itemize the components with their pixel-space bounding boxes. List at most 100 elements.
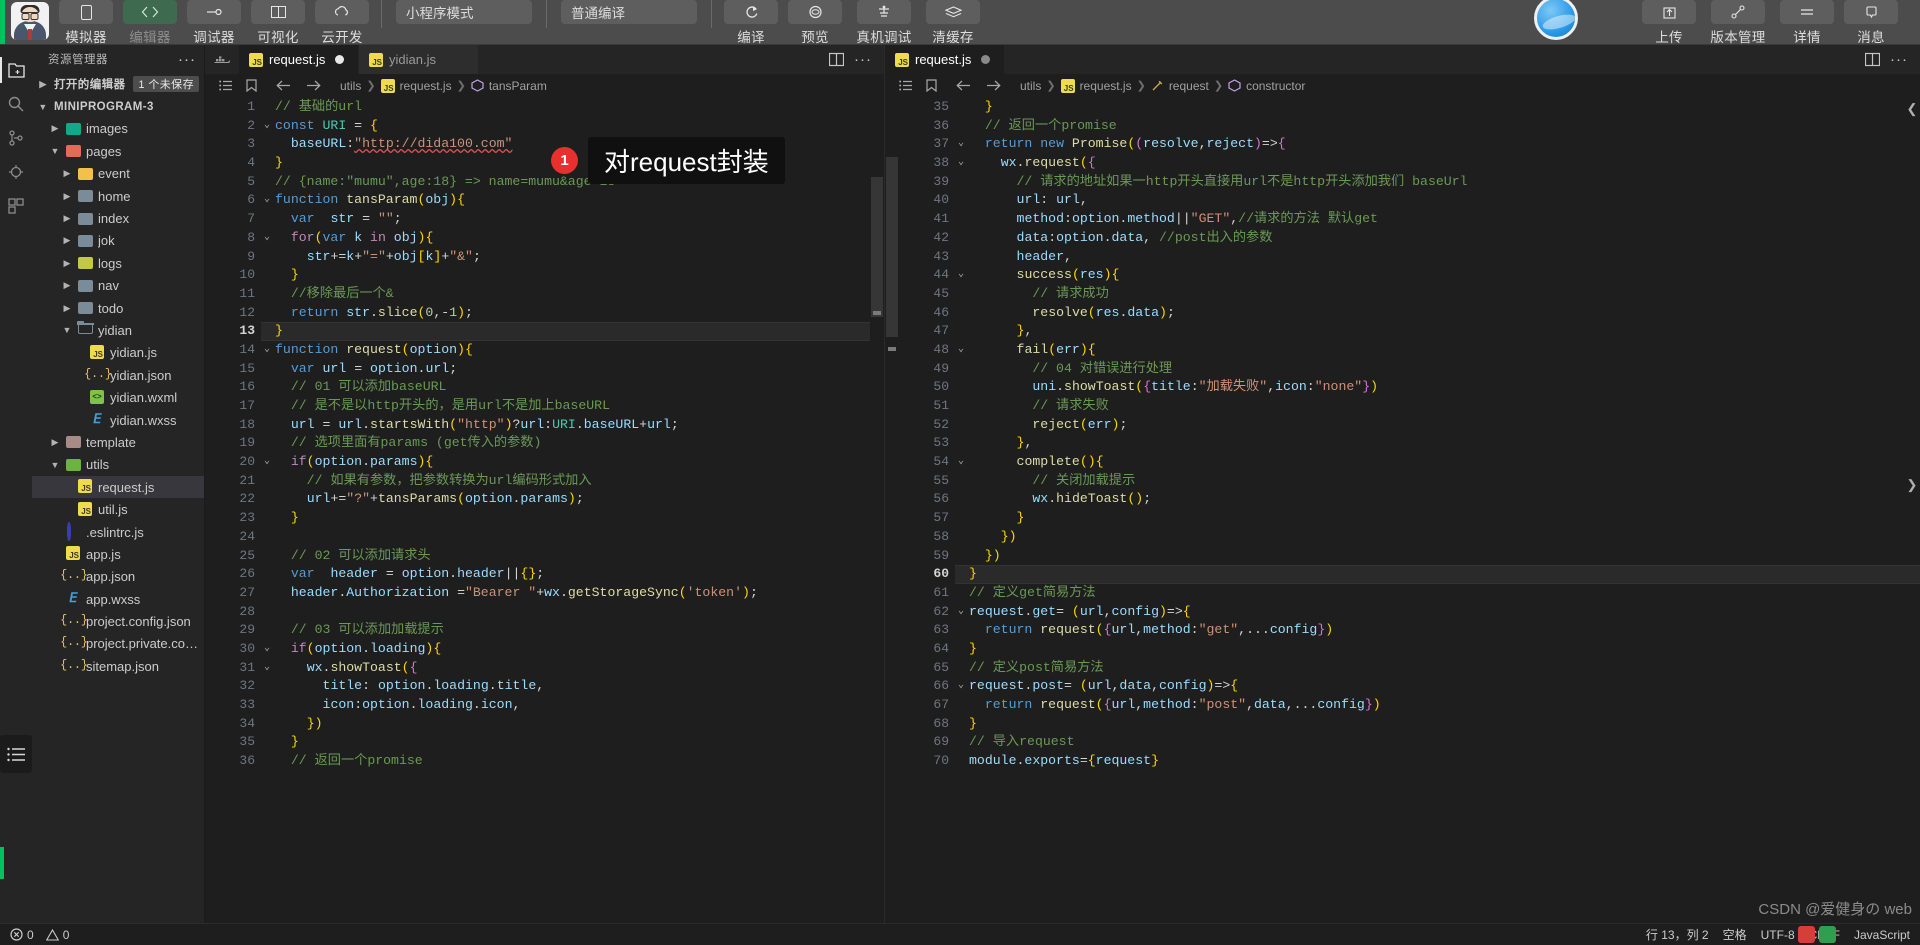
toolbar-item-debugger[interactable]: 调试器	[183, 0, 245, 44]
breadcrumb-segment-file[interactable]: request.js	[400, 79, 452, 93]
explorer-more-icon[interactable]: ···	[178, 51, 196, 68]
tree-file-project.config.json[interactable]: ▶{..}project.config.json	[32, 610, 204, 632]
tree-file-yidian.wxml[interactable]: ▶<>yidian.wxml	[32, 386, 204, 408]
code-line: request.get= (url,config)=>{	[969, 603, 1191, 619]
compile-mode-select[interactable]: 普通编译	[561, 0, 697, 24]
tree-file-project.private.config.json[interactable]: ▶{..}project.private.config.json	[32, 633, 204, 655]
scrollbar-thumb[interactable]	[886, 157, 898, 337]
project-root-row[interactable]: ▼ MINIPROGRAM-3	[32, 95, 204, 117]
tab-label: request.js	[269, 52, 326, 67]
tree-folder-index[interactable]: ▶ index	[32, 207, 204, 229]
code-line: }	[955, 565, 1920, 584]
version-control-button[interactable]: 版本管理	[1702, 0, 1774, 44]
source-control-icon[interactable]	[0, 121, 32, 155]
tree-folder-logs[interactable]: ▶ logs	[32, 252, 204, 274]
toolbar-item-simulator[interactable]: 模拟器	[55, 0, 117, 44]
status-encoding[interactable]: UTF-8	[1761, 928, 1795, 942]
tree-file-app.wxss[interactable]: ▶𝘌app.wxss	[32, 588, 204, 610]
forward-arrow-icon[interactable]	[986, 80, 1001, 91]
details-button[interactable]: 详情	[1776, 0, 1838, 44]
expand-panel-icon[interactable]: ❯	[1904, 477, 1920, 493]
forward-arrow-icon[interactable]	[306, 80, 321, 91]
user-avatar[interactable]	[11, 2, 49, 40]
extensions-icon[interactable]	[0, 189, 32, 223]
breadcrumb-segment-file[interactable]: request.js	[1080, 79, 1132, 93]
tree-file-yidian.js[interactable]: ▶JSyidian.js	[32, 342, 204, 364]
tree-folder-utils[interactable]: ▼ utils	[32, 454, 204, 476]
search-icon[interactable]	[0, 87, 32, 121]
tree-folder-template[interactable]: ▶ template	[32, 431, 204, 453]
status-problems[interactable]: 0 0	[10, 928, 69, 942]
tree-folder-yidian[interactable]: ▼ yidian	[32, 319, 204, 341]
line-number: 35	[933, 99, 949, 114]
status-cursor-position[interactable]: 行 13，列 2	[1646, 926, 1709, 943]
breadcrumb-segment-constructor[interactable]: constructor	[1246, 79, 1305, 93]
tree-folder-nav[interactable]: ▶ nav	[32, 275, 204, 297]
tree-file-util.js[interactable]: ▶JSutil.js	[32, 498, 204, 520]
tab-request-js-right[interactable]: JS request.js	[885, 45, 1005, 74]
tree-file-app.js[interactable]: ▶JSapp.js	[32, 543, 204, 565]
list-icon[interactable]	[0, 735, 32, 773]
status-indentation[interactable]: 空格	[1723, 926, 1747, 943]
folder-icon	[78, 233, 94, 249]
explorer-icon[interactable]	[0, 53, 32, 87]
code-line: // 定义get简易方法	[969, 584, 1096, 600]
outline-icon[interactable]	[219, 80, 233, 91]
line-number: 2 ⌄	[205, 117, 270, 136]
toolbar-item-visual[interactable]: 可视化	[247, 0, 309, 44]
chevron-right-icon: ▶	[51, 436, 59, 447]
more-actions-icon[interactable]: ···	[1890, 51, 1908, 68]
tree-file-.eslintrc.js[interactable]: ▶.eslintrc.js	[32, 521, 204, 543]
line-number: 61	[933, 584, 949, 600]
breadcrumb-segment-folder[interactable]: utils	[340, 79, 361, 93]
code-content-left[interactable]: // 基础的url const URI = { baseURL:"http://d…	[261, 97, 870, 923]
overview-ruler-left[interactable]	[870, 97, 884, 923]
toolbar-item-cloud[interactable]: 云开发	[311, 0, 373, 44]
compile-button[interactable]: 编译	[720, 0, 782, 44]
toolbar-divider-1	[381, 0, 382, 28]
toolbar-item-editor[interactable]: 编辑器	[119, 0, 181, 44]
tree-folder-jok[interactable]: ▶ jok	[32, 230, 204, 252]
real-device-debug-button[interactable]: 真机调试	[848, 0, 920, 44]
back-arrow-icon[interactable]	[956, 80, 971, 91]
split-editor-icon[interactable]	[829, 52, 844, 67]
breadcrumb-segment-symbol[interactable]: tansParam	[489, 79, 547, 93]
tree-folder-pages[interactable]: ▼ pages	[32, 140, 204, 162]
code-line: var header = option.header||{};	[290, 566, 545, 582]
scrollbar-thumb[interactable]	[871, 177, 883, 317]
message-button[interactable]: 消息	[1840, 0, 1902, 44]
tab-yidian-js-left[interactable]: JS yidian.js	[359, 45, 479, 74]
debug-icon[interactable]	[0, 155, 32, 189]
back-arrow-icon[interactable]	[276, 80, 291, 91]
more-actions-icon[interactable]: ···	[854, 51, 872, 68]
breadcrumb-segment-folder[interactable]: utils	[1020, 79, 1041, 93]
split-editor-icon[interactable]	[1865, 52, 1880, 67]
breadcrumb-segment-function[interactable]: request	[1169, 79, 1209, 93]
mode-select[interactable]: 小程序模式	[396, 0, 532, 24]
collapse-panel-icon[interactable]: ❮	[1904, 101, 1920, 117]
tree-file-yidian.wxss[interactable]: ▶𝘌yidian.wxss	[32, 409, 204, 431]
code-content-right[interactable]: } // 返回一个promise return new Promise((res…	[955, 97, 1920, 923]
clear-cache-button[interactable]: 清缓存	[922, 0, 984, 44]
bookmark-icon[interactable]	[246, 79, 257, 92]
code-area-left: 1 2 ⌄ 3 4 5 6 ⌄ 7 8 ⌄ 9 10 11 12 13 14 ⌄ 15 16 17 18 19 20 ⌄ 21 22…	[205, 97, 884, 923]
watermark-logo-b	[1819, 926, 1836, 943]
tree-folder-images[interactable]: ▶ images	[32, 118, 204, 140]
bookmark-icon[interactable]	[926, 79, 937, 92]
open-editors-section[interactable]: ▶ 打开的编辑器 1 个未保存	[32, 73, 204, 95]
line-number: 22	[239, 491, 255, 507]
tree-file-app.json[interactable]: ▶{..}app.json	[32, 566, 204, 588]
outline-icon[interactable]	[899, 80, 913, 91]
tree-folder-event[interactable]: ▶ event	[32, 163, 204, 185]
tab-request-js-left[interactable]: JS request.js	[239, 45, 359, 74]
docker-whale-icon[interactable]	[205, 45, 239, 74]
tree-file-request.js[interactable]: ▶JSrequest.js	[32, 476, 204, 499]
preview-button[interactable]: 预览	[784, 0, 846, 44]
tree-file-yidian.json[interactable]: ▶{..}yidian.json	[32, 364, 204, 386]
tree-folder-home[interactable]: ▶ home	[32, 185, 204, 207]
status-language-mode[interactable]: JavaScript	[1854, 928, 1910, 942]
tree-file-sitemap.json[interactable]: ▶{..}sitemap.json	[32, 655, 204, 677]
tree-folder-todo[interactable]: ▶ todo	[32, 297, 204, 319]
overview-ruler-right-left[interactable]	[885, 97, 899, 923]
upload-button[interactable]: 上传	[1638, 0, 1700, 44]
